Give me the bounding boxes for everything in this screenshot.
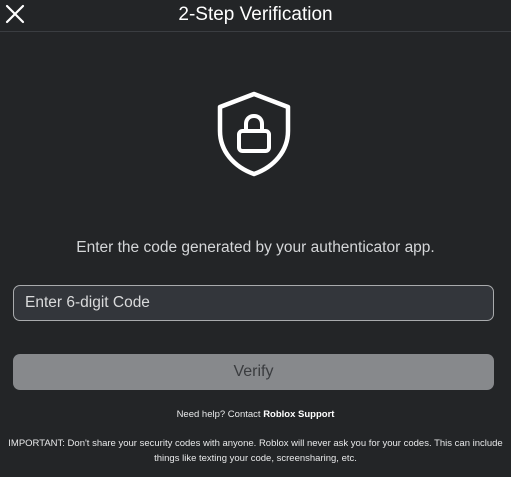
verify-button[interactable]: Verify bbox=[13, 354, 494, 390]
shield-lock-icon bbox=[216, 91, 292, 177]
two-step-verification-dialog: 2-Step Verification Enter the code gener… bbox=[0, 0, 511, 477]
dialog-title: 2-Step Verification bbox=[178, 4, 333, 25]
code-input[interactable] bbox=[13, 285, 494, 321]
important-note: IMPORTANT: Don't share your security cod… bbox=[8, 438, 503, 464]
roblox-support-link[interactable]: Roblox Support bbox=[263, 409, 334, 420]
dialog-header: 2-Step Verification bbox=[0, 0, 511, 32]
instructions-text: Enter the code generated by your authent… bbox=[76, 239, 435, 256]
help-text: Need help? Contact Roblox Support bbox=[0, 409, 511, 421]
help-prefix: Need help? Contact bbox=[176, 409, 264, 420]
